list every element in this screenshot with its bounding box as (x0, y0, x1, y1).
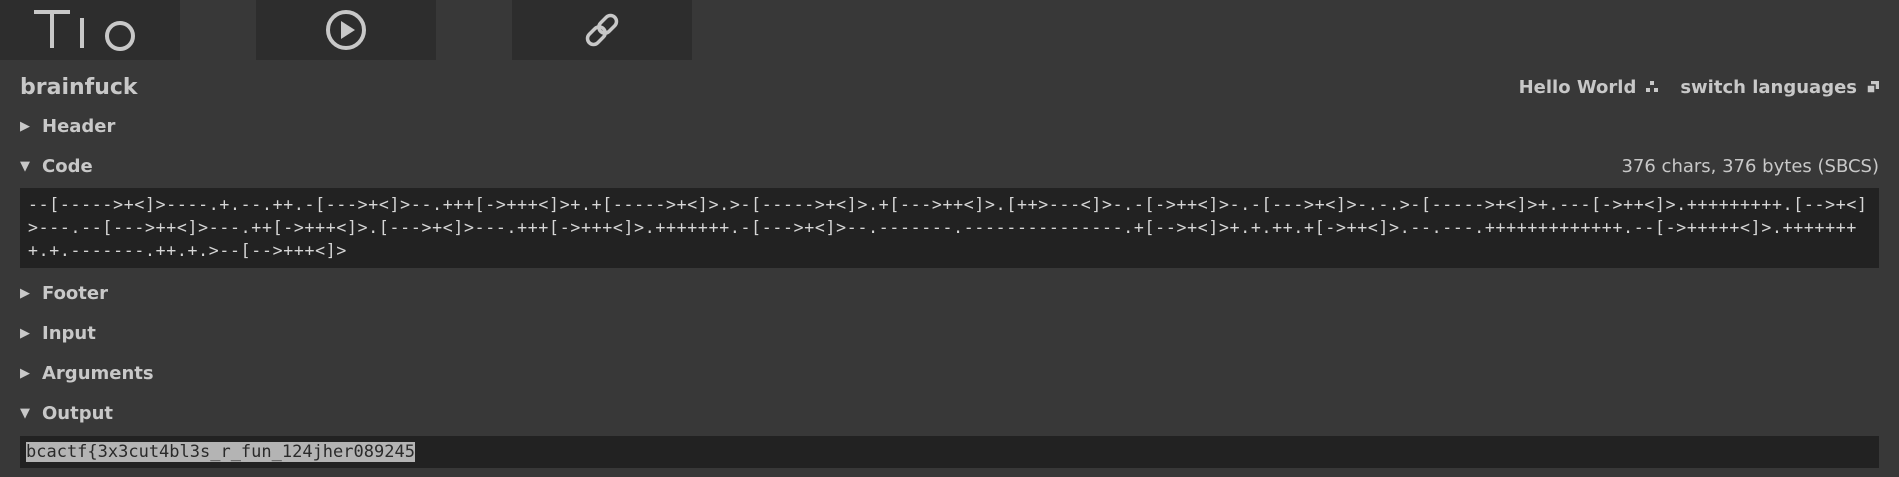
input-label: Input (42, 322, 96, 344)
tio-logo-icon (34, 10, 135, 51)
input-toggle[interactable]: ▶ Input (20, 323, 96, 344)
footer-label: Footer (42, 282, 108, 304)
hello-world-label: Hello World (1518, 76, 1637, 98)
arguments-label: Arguments (42, 362, 154, 384)
triangle-right-icon: ▶ (20, 325, 30, 341)
switch-languages-link[interactable]: switch languages (1680, 77, 1879, 98)
byte-counter: 376 chars, 376 bytes (SBCS) (1621, 155, 1879, 177)
chain-link-icon (585, 13, 619, 47)
footer-section: ▶ Footer (20, 278, 1879, 308)
triangle-down-icon: ▼ (20, 158, 30, 174)
play-circle-icon (326, 10, 366, 50)
tio-logo-button[interactable] (0, 0, 180, 60)
code-toggle[interactable]: ▼ Code (20, 156, 93, 177)
footer-toggle[interactable]: ▶ Footer (20, 283, 108, 304)
triangle-right-icon: ▶ (20, 118, 30, 134)
triangle-down-icon: ▼ (20, 405, 30, 421)
arguments-toggle[interactable]: ▶ Arguments (20, 363, 154, 384)
run-button[interactable] (256, 0, 436, 60)
arguments-section: ▶ Arguments (20, 358, 1879, 388)
language-links: Hello World switch languages (1519, 77, 1879, 98)
output-label: Output (42, 402, 114, 424)
output-textarea[interactable]: bcactf{3x3cut4bl3s_r_fun_124jher089245 (20, 436, 1879, 468)
permalink-button[interactable] (512, 0, 692, 60)
header-toggle[interactable]: ▶ Header (20, 116, 115, 137)
tree-icon (1646, 81, 1659, 92)
copy-icon (1867, 81, 1879, 93)
switch-languages-label: switch languages (1680, 76, 1857, 98)
input-section: ▶ Input (20, 318, 1879, 348)
hello-world-link[interactable]: Hello World (1519, 77, 1659, 98)
toolbar (0, 0, 700, 60)
output-toggle[interactable]: ▼ Output (20, 403, 113, 424)
header-section: ▶ Header (20, 111, 1879, 141)
code-textarea[interactable]: --[----->+<]>----.+.--.++.-[--->+<]>--.+… (20, 188, 1879, 268)
language-bar: brainfuck Hello World switch languages (20, 70, 1879, 104)
triangle-right-icon: ▶ (20, 285, 30, 301)
code-label: Code (42, 155, 93, 177)
code-section: ▼ Code 376 chars, 376 bytes (SBCS) (20, 151, 1879, 181)
output-section: ▼ Output (20, 398, 1879, 428)
header-label: Header (42, 115, 116, 137)
output-text[interactable]: bcactf{3x3cut4bl3s_r_fun_124jher089245 (26, 442, 415, 462)
language-name[interactable]: brainfuck (20, 75, 138, 100)
triangle-right-icon: ▶ (20, 365, 30, 381)
